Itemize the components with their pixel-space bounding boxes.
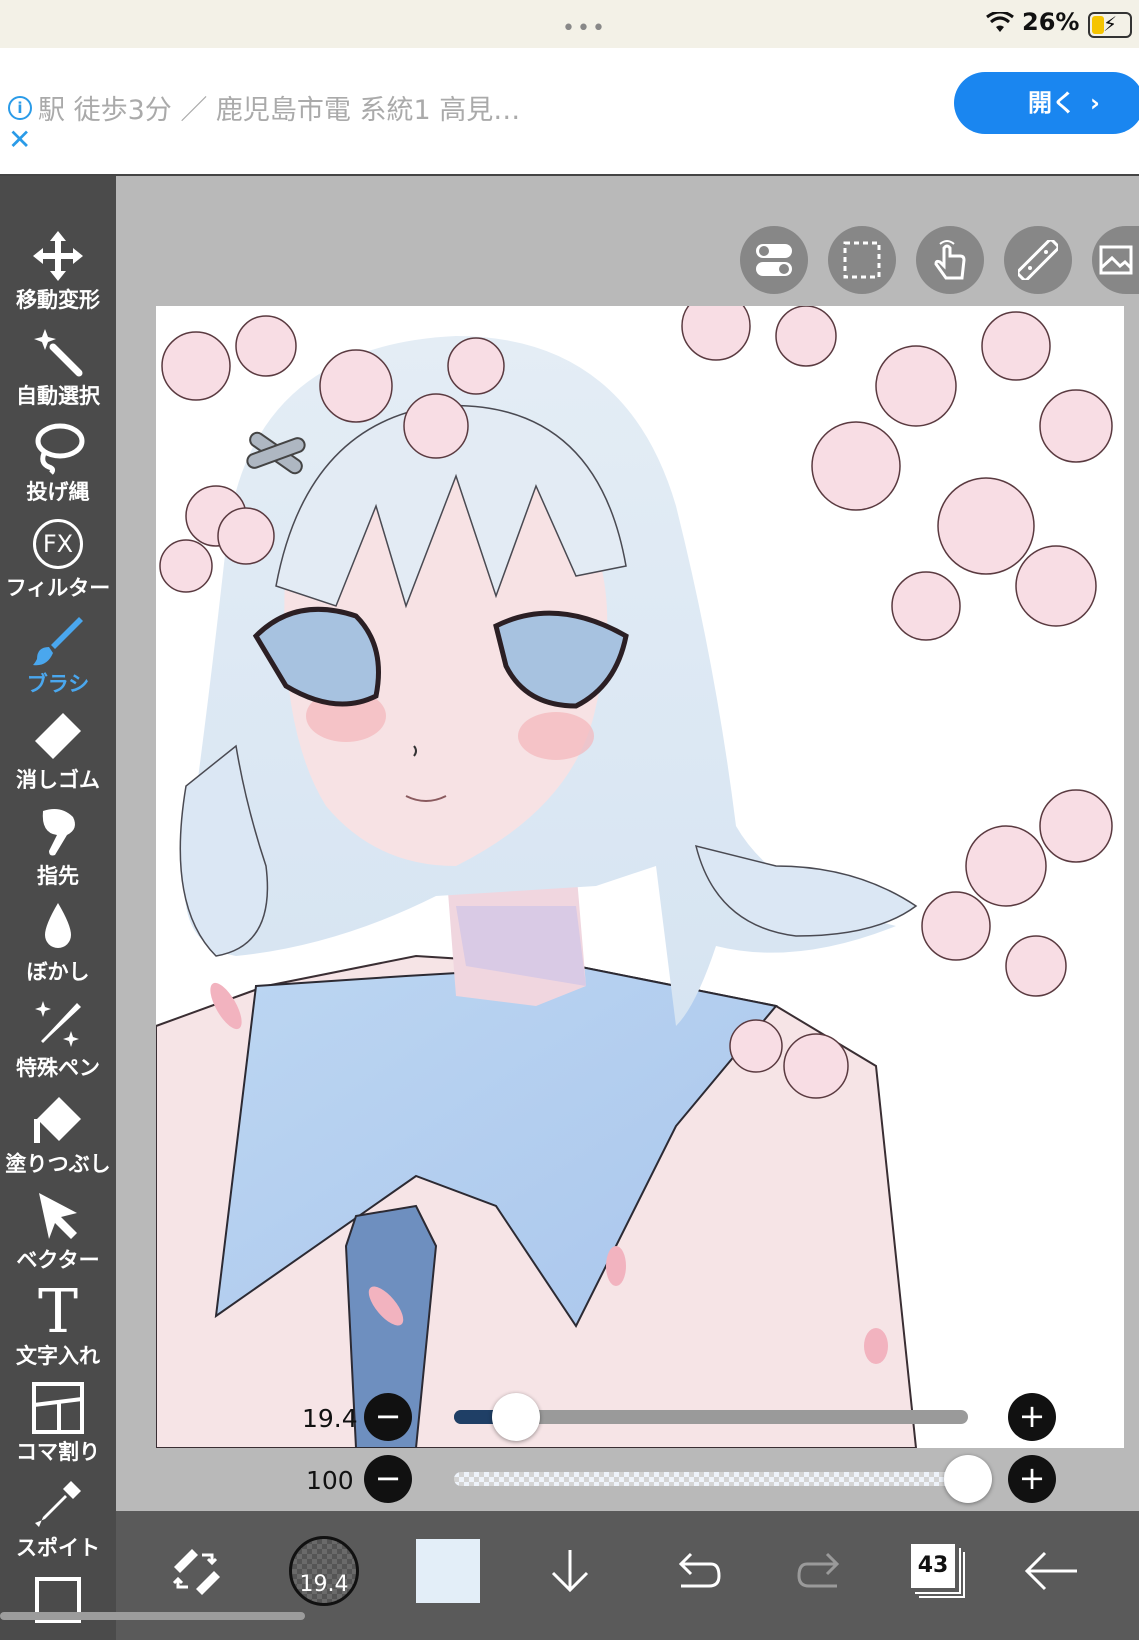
tool-special-pen[interactable]: 特殊ペン [0,994,116,1082]
multitask-dots[interactable]: ••• [562,16,607,41]
ad-banner[interactable]: i ✕ 駅 徒歩3分 ／ 鹿児島市電 系統1 高見… 開く › [0,48,1139,176]
tool-sidebar: 移動変形 自動選択 投げ縄 FX フィルター ブラシ 消しゴム 指先 ぼかし 特… [0,176,116,1640]
size-value: 19.4 [302,1404,358,1433]
tool-finger[interactable]: 指先 [0,802,116,890]
swap-tool-icon[interactable] [166,1531,226,1611]
redo-icon[interactable] [792,1531,852,1611]
tool-label: 移動変形 [16,288,100,312]
tool-filter[interactable]: FX フィルター [0,514,116,602]
ruler-icon[interactable] [1004,226,1072,294]
tool-label: 特殊ペン [16,1056,100,1080]
tool-label: 消しゴム [16,768,100,792]
tool-frame[interactable]: コマ割り [0,1378,116,1466]
tool-fill[interactable]: 塗りつぶし [0,1090,116,1178]
tool-eraser[interactable]: 消しゴム [0,706,116,794]
battery-percent: 26% [1022,8,1080,36]
home-indicator [0,1612,305,1620]
wifi-icon [986,12,1014,32]
selection-icon[interactable] [828,226,896,294]
tool-lasso[interactable]: 投げ縄 [0,418,116,506]
square-icon [0,1570,116,1630]
tool-blur[interactable]: ぼかし [0,898,116,986]
text-t-icon: T [37,1277,79,1347]
tool-label: コマ割り [16,1440,100,1464]
layer-count: 43 [911,1544,955,1588]
opacity-slider-thumb[interactable] [944,1455,992,1503]
artwork-illustration [156,306,1124,1448]
current-color [416,1539,480,1603]
frame-divider-icon [0,1378,116,1438]
tool-move[interactable]: 移動変形 [0,226,116,314]
paint-bucket-icon [0,1090,116,1150]
cursor-arrow-icon [0,1186,116,1246]
brush-size-indicator[interactable]: 19.4 [286,1531,362,1611]
droplet-icon [0,898,116,958]
ad-open-label: 開く [1028,89,1076,117]
tool-label: 自動選択 [16,384,100,408]
tool-eyedropper[interactable]: スポイト [0,1474,116,1562]
arrow-down-icon[interactable] [540,1531,600,1611]
tool-label: 塗りつぶし [5,1152,111,1176]
plus-icon[interactable]: + [1008,1393,1056,1441]
tool-label: フィルター [5,576,111,600]
minus-icon[interactable]: − [364,1393,412,1441]
brush-icon [0,610,116,670]
ad-open-button[interactable]: 開く › [954,72,1139,134]
ad-text[interactable]: 駅 徒歩3分 ／ 鹿児島市電 系統1 高見… [38,88,520,127]
chevron-right-icon: › [1090,89,1100,117]
layers-button[interactable]: 43 [908,1531,968,1611]
color-swatch[interactable] [416,1531,480,1611]
tool-vector[interactable]: ベクター [0,1186,116,1274]
layers-icon: 43 [911,1544,965,1598]
tool-label: ぼかし [26,960,90,984]
tool-label: 指先 [37,864,79,888]
fx-icon: FX [0,514,116,574]
status-bar: ••• 26% ⚡ [0,0,1139,48]
battery-icon: ⚡ [1088,12,1132,38]
move-arrows-icon [0,226,116,286]
opacity-slider[interactable]: 100 − + [116,1449,1139,1509]
back-arrow-icon[interactable] [1016,1531,1086,1611]
undo-icon[interactable] [666,1531,726,1611]
hand-touch-icon[interactable] [916,226,984,294]
tool-text[interactable]: T 文字入れ [0,1282,116,1370]
artwork-canvas[interactable] [156,306,1124,1448]
eraser-icon [0,706,116,766]
brush-size-text: 19.4 [289,1536,359,1606]
eyedropper-icon [0,1474,116,1534]
tool-label: 投げ縄 [26,480,90,504]
tool-label: ブラシ [26,672,90,696]
tool-auto-select[interactable]: 自動選択 [0,322,116,410]
size-slider-thumb[interactable] [491,1393,540,1441]
info-icon[interactable]: i [8,96,32,120]
minus-icon[interactable]: − [364,1455,412,1503]
tool-label: ベクター [16,1248,100,1272]
tool-brush[interactable]: ブラシ [0,610,116,698]
plus-icon[interactable]: + [1008,1455,1056,1503]
sparkle-pen-icon [0,994,116,1054]
brush-size-slider[interactable]: 19.4 − + [116,1387,1139,1447]
finger-icon [0,802,116,862]
lasso-icon [0,418,116,478]
tool-label: 文字入れ [16,1344,100,1368]
toggle-icon[interactable] [740,226,808,294]
opacity-value: 100 [306,1466,354,1495]
magic-wand-icon [0,322,116,382]
bottom-toolbar: 19.4 43 [116,1511,1139,1640]
close-icon[interactable]: ✕ [8,126,31,154]
opacity-track[interactable] [454,1472,968,1486]
tool-more[interactable] [0,1570,116,1630]
tool-label: スポイト [16,1536,100,1560]
